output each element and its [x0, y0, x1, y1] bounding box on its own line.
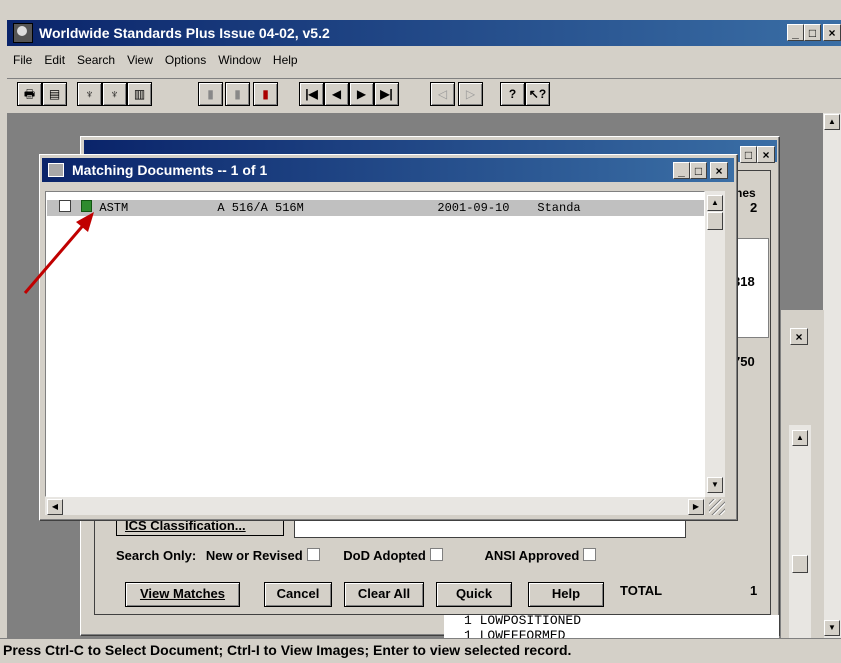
status-bar: Press Ctrl-C to Select Document; Ctrl-I … — [0, 638, 841, 663]
status-text: Press Ctrl-C to Select Document; Ctrl-I … — [3, 642, 572, 658]
annotation-arrow — [23, 212, 94, 294]
